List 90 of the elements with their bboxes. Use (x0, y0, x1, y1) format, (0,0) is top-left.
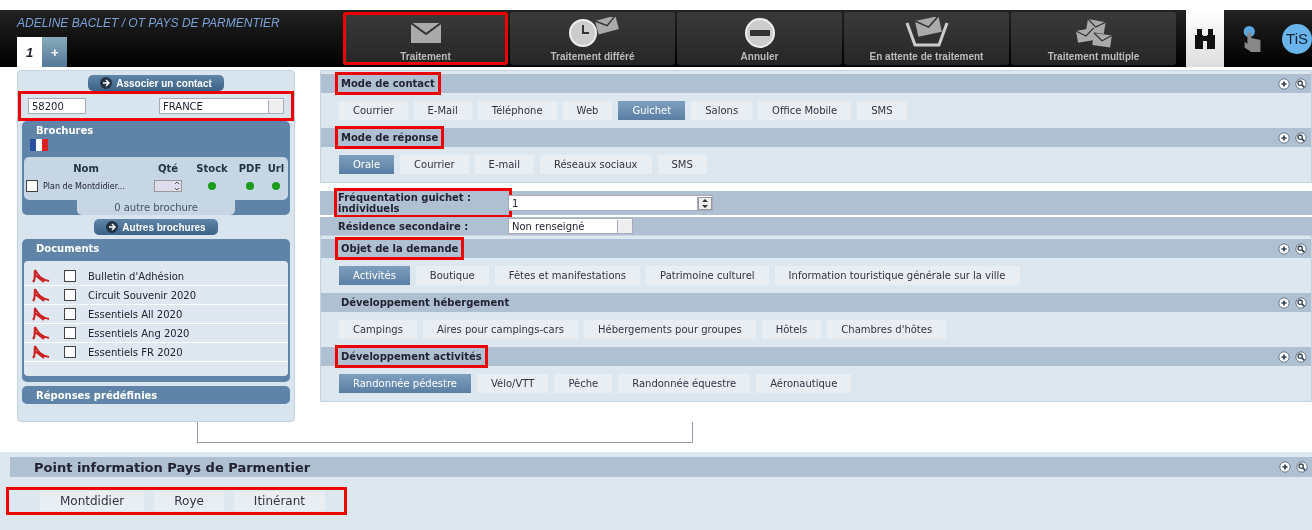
option-button[interactable]: Téléphone (477, 101, 557, 120)
column-header: Url (266, 163, 286, 174)
tab[interactable]: 1 (17, 37, 42, 67)
arrow-icon (106, 221, 119, 233)
country-select[interactable]: FRANCE (159, 98, 284, 114)
brochure-name: Plan de Montdidier... (43, 181, 125, 191)
plus-icon (1279, 461, 1291, 473)
associate-contact-button[interactable]: Associer un contact (88, 75, 224, 91)
option-button[interactable]: Courrier (339, 101, 408, 120)
option-button[interactable]: Randonnée équestre (618, 374, 751, 393)
toolbar-button[interactable]: Traitement différé (510, 12, 675, 65)
panel-title: Réponses prédéfinies (35, 390, 159, 403)
column-header: PDF (237, 163, 263, 174)
option-button[interactable]: Aires pour campings-cars (422, 320, 578, 339)
toolbar-button[interactable]: Traitement multiple (1011, 12, 1176, 65)
option-button[interactable]: Hébergements pour groupes (583, 320, 756, 339)
brochure-count: 0 autre brochure (77, 200, 235, 215)
option-button[interactable]: Campings (339, 320, 417, 339)
option-button[interactable]: Vélo/VTT (477, 374, 549, 393)
other-brochures-button[interactable]: Autres brochures (94, 219, 218, 235)
search-icon (1296, 461, 1308, 473)
pdf-icon (32, 326, 52, 340)
pdf-icon (32, 307, 52, 321)
panel-title: Brochures (35, 125, 95, 138)
text-area[interactable] (197, 422, 693, 443)
option-button[interactable]: Chambres d'hôtes (827, 320, 947, 339)
option-button[interactable]: Montdidier (40, 491, 145, 511)
option-button[interactable]: Patrimoine culturel (646, 266, 769, 285)
checkbox[interactable] (64, 346, 76, 358)
option-button[interactable]: Salons (691, 101, 753, 120)
binoculars-button[interactable] (1186, 10, 1224, 67)
user-name: ADELINE BACLET / OT PAYS DE PARMENTIER (17, 16, 281, 30)
plus-icon (1278, 242, 1290, 255)
option-button[interactable]: Fêtes et manifestations (494, 266, 641, 285)
document-name: Bulletin d'Adhésion (88, 270, 185, 282)
document-name: Essentiels All 2020 (88, 308, 183, 320)
panel-title: Documents (35, 243, 101, 256)
document-name: Circuit Souvenir 2020 (88, 289, 197, 301)
search-icon (1295, 296, 1307, 309)
document-name: Essentiels Ang 2020 (88, 327, 190, 339)
option-button[interactable]: SMS (857, 101, 907, 120)
search-icon (1295, 242, 1307, 255)
field-label: Résidence secondaire : (338, 220, 470, 232)
checkbox[interactable] (64, 327, 76, 339)
clock-envelope-icon (566, 17, 619, 49)
plus-icon (1278, 77, 1290, 90)
search-icon (1295, 131, 1307, 144)
document-name: Essentiels FR 2020 (88, 346, 183, 358)
option-button[interactable]: Roye (154, 491, 224, 511)
option-button[interactable]: Courrier (400, 155, 469, 174)
dropdown-select[interactable]: Non renseigné (508, 218, 633, 234)
checkbox[interactable] (64, 308, 76, 320)
search-icon (1295, 77, 1307, 90)
checkbox[interactable] (64, 289, 76, 301)
option-button[interactable]: E-Mail (413, 101, 472, 120)
section-title: Point information Pays de Parmentier (33, 458, 312, 477)
spinner-arrows-icon (697, 196, 712, 210)
quantity-spinner (154, 180, 182, 192)
pdf-icon (32, 288, 52, 302)
option-button[interactable]: Aéronautique (756, 374, 852, 393)
option-button[interactable]: Pêche (554, 374, 613, 393)
column-header: Qté (156, 163, 180, 174)
option-button[interactable]: E-mail (474, 155, 534, 174)
option-button[interactable]: Information touristique générale sur la ville (774, 266, 1020, 285)
pdf-icon (32, 269, 52, 283)
option-button[interactable]: Boutique (415, 266, 489, 285)
checkbox[interactable] (64, 270, 76, 282)
search-icon (1295, 350, 1307, 363)
option-button[interactable]: Hôtels (761, 320, 822, 339)
option-button[interactable]: Office Mobile (758, 101, 852, 120)
checkbox[interactable] (26, 180, 38, 192)
plus-icon (1278, 350, 1290, 363)
arrow-icon (100, 77, 113, 89)
option-button[interactable]: SMS (657, 155, 707, 174)
section-title: Développement hébergement (340, 296, 511, 310)
toolbar-button[interactable]: En attente de traitement (844, 12, 1009, 65)
toolbar-button[interactable]: Annuler (677, 12, 842, 65)
column-header: Stock (195, 163, 229, 174)
help-button[interactable]: TiS (1282, 23, 1312, 54)
option-button[interactable]: Itinérant (233, 491, 326, 511)
column-header: Nom (72, 163, 100, 174)
pdf-icon (32, 345, 52, 359)
toolbar-button[interactable]: Traitement (343, 12, 508, 65)
plus-icon (1278, 296, 1290, 309)
option-button[interactable]: Web (562, 101, 613, 120)
number-field[interactable]: 1 (508, 195, 713, 211)
option-button[interactable]: Réseaux sociaux (539, 155, 652, 174)
flag-icon (30, 139, 48, 151)
postcode-field[interactable]: 58200 (28, 98, 86, 114)
plus-icon (1278, 131, 1290, 144)
